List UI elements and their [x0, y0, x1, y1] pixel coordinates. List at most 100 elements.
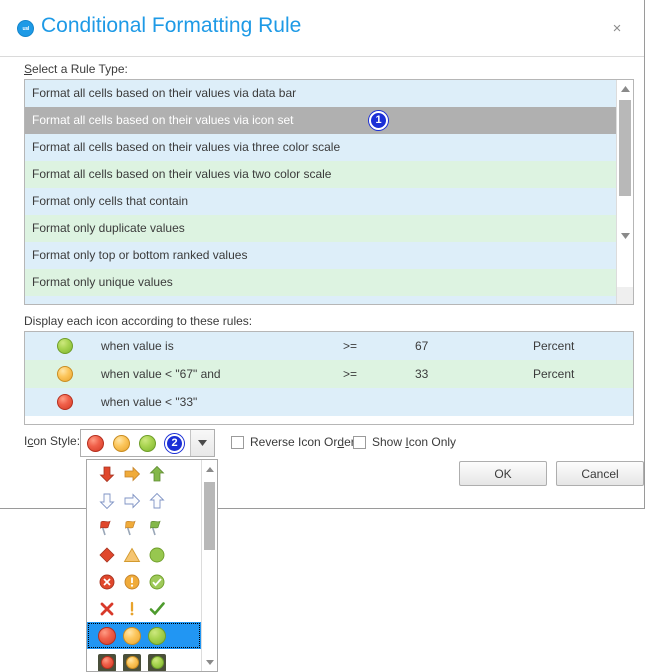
- up-arrow-green-icon: [148, 465, 166, 483]
- exclamation-amber-icon: [123, 600, 141, 618]
- flag-red-icon: [98, 519, 116, 537]
- dropdown-options: [87, 460, 201, 671]
- icon-style-label: Icon Style:: [24, 434, 81, 448]
- dropdown-item-arrows-3-gray[interactable]: [87, 487, 201, 514]
- dropdown-item-flags-3[interactable]: [87, 514, 201, 541]
- amber-ball-icon: [113, 434, 130, 452]
- right-arrow-gray-icon: [123, 492, 141, 510]
- list-item-selected[interactable]: Format all cells based on their values v…: [25, 107, 617, 134]
- dropdown-item-traffic-lights-3-rimmed[interactable]: [87, 649, 201, 671]
- flag-amber-icon: [123, 519, 141, 537]
- show-icon-only-checkbox[interactable]: Show Icon Only: [353, 435, 456, 449]
- amber-ball-icon: [57, 366, 73, 382]
- icon-style-preview: 2: [87, 430, 184, 456]
- reverse-icon-order-label: Reverse Icon Order: [250, 435, 355, 449]
- rule-type-label-5: Format only duplicate values: [32, 221, 185, 235]
- cross-red-icon: [98, 600, 116, 618]
- list-item[interactable]: Format all cells based on their values v…: [25, 161, 617, 188]
- icon-rules-label: Display each icon according to these rul…: [24, 314, 253, 328]
- scrollbar-thumb[interactable]: [619, 100, 631, 196]
- list-item[interactable]: Format only unique values: [25, 269, 617, 296]
- right-arrow-amber-icon: [123, 465, 141, 483]
- scroll-up-icon[interactable]: [617, 80, 633, 97]
- dropdown-item-symbols-3-uncircled[interactable]: [87, 595, 201, 622]
- down-arrow-gray-icon: [98, 492, 116, 510]
- green-ball-icon: [148, 626, 166, 645]
- rule-type-label-7: Format only unique values: [32, 275, 173, 289]
- dropdown-scrollbar[interactable]: [201, 460, 217, 671]
- flag-green-icon: [148, 519, 166, 537]
- icon-style-dropdown-list[interactable]: [86, 459, 218, 672]
- icon-style-combobox[interactable]: 2: [80, 429, 215, 457]
- down-arrow-red-icon: [98, 465, 116, 483]
- green-ball-icon: [139, 434, 156, 452]
- scrollbar-thumb[interactable]: [204, 482, 215, 550]
- list-item[interactable]: Format only cells that contain: [25, 188, 617, 215]
- dropdown-item-arrows-3-colored[interactable]: [87, 460, 201, 487]
- list-item[interactable]: Format only top or bottom ranked values: [25, 242, 617, 269]
- circle-green-icon: [148, 546, 166, 564]
- conditional-formatting-dialog: usl Conditional Formatting Rule × Select…: [0, 0, 645, 509]
- icon-rules-grid[interactable]: when value is >= 67 Percent when value <…: [24, 331, 634, 425]
- rule-value-1[interactable]: 33: [415, 367, 428, 381]
- checkbox-box[interactable]: [231, 435, 244, 449]
- check-circle-green-icon: [148, 573, 166, 591]
- list-item[interactable]: Format all cells based on their values v…: [25, 80, 617, 107]
- cancel-button[interactable]: Cancel: [556, 461, 644, 486]
- rule-condition-2: when value < "33": [101, 395, 198, 409]
- rule-type-label-0: Format all cells based on their values v…: [32, 86, 297, 100]
- rule-type-label-4: Format only cells that contain: [32, 194, 189, 208]
- rule-operator-1[interactable]: >=: [343, 367, 357, 381]
- up-arrow-gray-icon: [148, 492, 166, 510]
- page-title: Conditional Formatting Rule: [41, 14, 302, 37]
- rule-type-label-3: Format all cells based on their values v…: [32, 167, 332, 181]
- dialog-titlebar: usl Conditional Formatting Rule ×: [0, 0, 644, 57]
- ok-button[interactable]: OK: [459, 461, 547, 486]
- triangle-amber-icon: [123, 546, 141, 564]
- dropdown-item-traffic-lights-3-unrimmed[interactable]: [87, 622, 201, 649]
- rule-type-label-2: Format all cells based on their values v…: [32, 140, 341, 154]
- rule-type-label: Select a Rule Type:: [24, 62, 128, 76]
- amber-ball-icon: [123, 626, 141, 645]
- chevron-down-icon[interactable]: [190, 430, 214, 456]
- scroll-down-icon[interactable]: [202, 654, 217, 670]
- reverse-icon-order-checkbox[interactable]: Reverse Icon Order: [231, 435, 355, 449]
- amber-ball-rimmed-icon: [123, 653, 141, 671]
- red-ball-icon: [57, 394, 73, 410]
- rule-type-label-6: Format only top or bottom ranked values: [32, 248, 248, 262]
- callout-badge-2: 2: [165, 433, 184, 453]
- dropdown-item-shapes-3[interactable]: [87, 541, 201, 568]
- red-ball-icon: [98, 626, 116, 645]
- diamond-red-icon: [98, 546, 116, 564]
- rule-value-0[interactable]: 67: [415, 339, 428, 353]
- red-ball-icon: [87, 434, 104, 452]
- table-row[interactable]: when value < "33": [25, 388, 633, 416]
- list-item[interactable]: Format all cells based on their values v…: [25, 134, 617, 161]
- scroll-down-icon[interactable]: [617, 227, 633, 244]
- rule-valuetype-1[interactable]: Percent: [533, 367, 574, 381]
- callout-badge-1: 1: [369, 111, 388, 130]
- rule-type-list: Format all cells based on their values v…: [25, 80, 617, 304]
- green-ball-rimmed-icon: [148, 653, 166, 671]
- exclamation-circle-amber-icon: [123, 573, 141, 591]
- rule-type-listbox[interactable]: Format all cells based on their values v…: [24, 79, 634, 305]
- red-ball-rimmed-icon: [98, 653, 116, 671]
- rule-type-scrollbar[interactable]: [616, 80, 633, 304]
- rule-condition-0: when value is: [101, 339, 174, 353]
- checkbox-box[interactable]: [353, 435, 366, 449]
- table-row[interactable]: when value is >= 67 Percent: [25, 332, 633, 360]
- table-row[interactable]: when value < "67" and >= 33 Percent: [25, 360, 633, 388]
- rule-type-label-1: Format all cells based on their values v…: [32, 113, 294, 127]
- close-icon[interactable]: ×: [606, 17, 628, 39]
- show-icon-only-label: Show Icon Only: [372, 435, 457, 449]
- check-green-icon: [148, 600, 166, 618]
- rule-operator-0[interactable]: >=: [343, 339, 357, 353]
- list-item[interactable]: [25, 296, 617, 304]
- green-ball-icon: [57, 338, 73, 354]
- dropdown-item-symbols-3-circled[interactable]: [87, 568, 201, 595]
- scroll-up-icon[interactable]: [202, 461, 217, 477]
- cross-circle-red-icon: [98, 573, 116, 591]
- rule-valuetype-0[interactable]: Percent: [533, 339, 574, 353]
- list-item[interactable]: Format only duplicate values: [25, 215, 617, 242]
- app-logo-icon: usl: [17, 20, 34, 37]
